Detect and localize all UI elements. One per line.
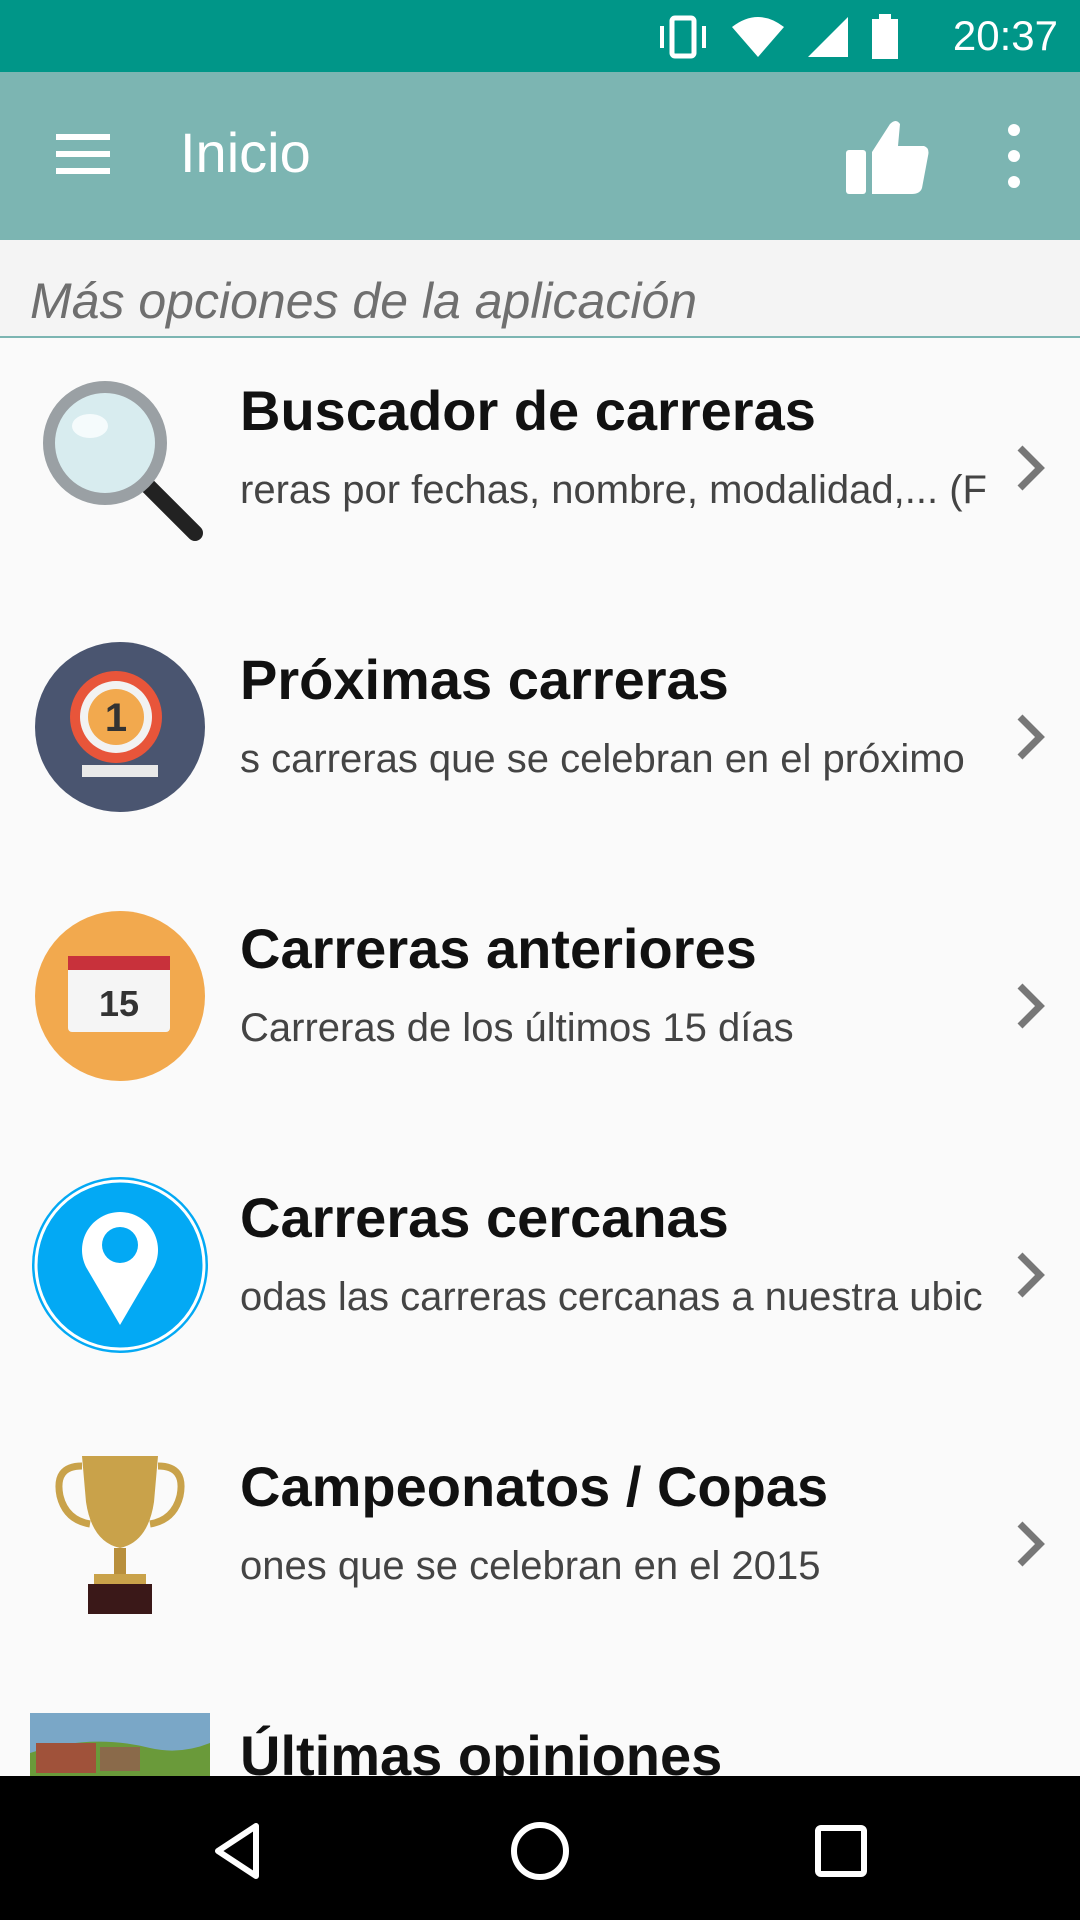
chevron-right-icon <box>1017 445 1045 491</box>
svg-text:1: 1 <box>105 696 127 740</box>
trophy-icon <box>30 1444 210 1624</box>
chevron-right-icon <box>1017 983 1045 1029</box>
page-title: Inicio <box>180 121 311 184</box>
system-nav-bar <box>0 1776 1080 1920</box>
vibrate-icon <box>660 15 706 59</box>
item-title: Carreras cercanas <box>240 1186 729 1249</box>
list-item-proximas[interactable]: 1 Próximas carreras s carreras que se ce… <box>0 607 1080 876</box>
recents-icon[interactable] <box>806 1816 876 1886</box>
medal-icon: 1 <box>30 637 210 817</box>
landscape-photo-icon <box>30 1713 210 1776</box>
list-item-anteriores[interactable]: 15 Carreras anteriores Carreras de los ú… <box>0 876 1080 1145</box>
more-options-button[interactable] <box>992 116 1036 196</box>
chevron-right-icon <box>1017 1252 1045 1298</box>
list-item-buscador[interactable]: Buscador de carreras reras por fechas, n… <box>0 338 1080 607</box>
wifi-icon <box>732 17 784 57</box>
section-header-label: Más opciones de la aplicación <box>30 273 698 329</box>
item-subtitle: ones que se celebran en el 2015 <box>240 1544 821 1588</box>
menu-list: Buscador de carreras reras por fechas, n… <box>0 338 1080 1776</box>
calendar-icon: 15 <box>30 906 210 1086</box>
list-item-cercanas[interactable]: Carreras cercanas odas las carreras cerc… <box>0 1145 1080 1414</box>
item-title: Buscador de carreras <box>240 379 816 442</box>
chevron-right-icon <box>1017 714 1045 760</box>
more-vert-icon <box>1008 124 1020 188</box>
chevron-right-icon <box>1017 1521 1045 1567</box>
back-icon[interactable] <box>204 1816 274 1886</box>
home-icon[interactable] <box>505 1816 575 1886</box>
menu-icon <box>56 134 110 174</box>
status-time: 20:37 <box>952 12 1058 59</box>
signal-icon <box>808 17 848 57</box>
location-pin-icon <box>30 1175 210 1355</box>
item-subtitle: Carreras de los últimos 15 días <box>240 1006 794 1050</box>
app-bar: Inicio <box>0 72 1080 240</box>
item-title: Últimas opiniones <box>240 1724 723 1776</box>
list-item-campeonatos[interactable]: Campeonatos / Copas ones que se celebran… <box>0 1414 1080 1683</box>
item-subtitle: reras por fechas, nombre, modalidad,... … <box>240 468 987 512</box>
item-title: Carreras anteriores <box>240 917 757 980</box>
like-button[interactable] <box>842 116 932 198</box>
item-subtitle: s carreras que se celebran en el próximo <box>240 737 965 781</box>
item-title: Campeonatos / Copas <box>240 1455 829 1518</box>
item-subtitle: odas las carreras cercanas a nuestra ubi… <box>240 1275 983 1319</box>
status-bar: 20:37 <box>0 0 1080 72</box>
battery-icon <box>872 14 898 59</box>
magnifier-icon <box>30 368 210 548</box>
calendar-day: 15 <box>99 983 139 1024</box>
section-header: Más opciones de la aplicación <box>0 240 1080 338</box>
list-item-opiniones[interactable]: Últimas opiniones <box>0 1683 1080 1776</box>
item-title: Próximas carreras <box>240 648 729 711</box>
menu-button[interactable] <box>50 124 116 184</box>
thumbs-up-icon <box>846 121 929 194</box>
